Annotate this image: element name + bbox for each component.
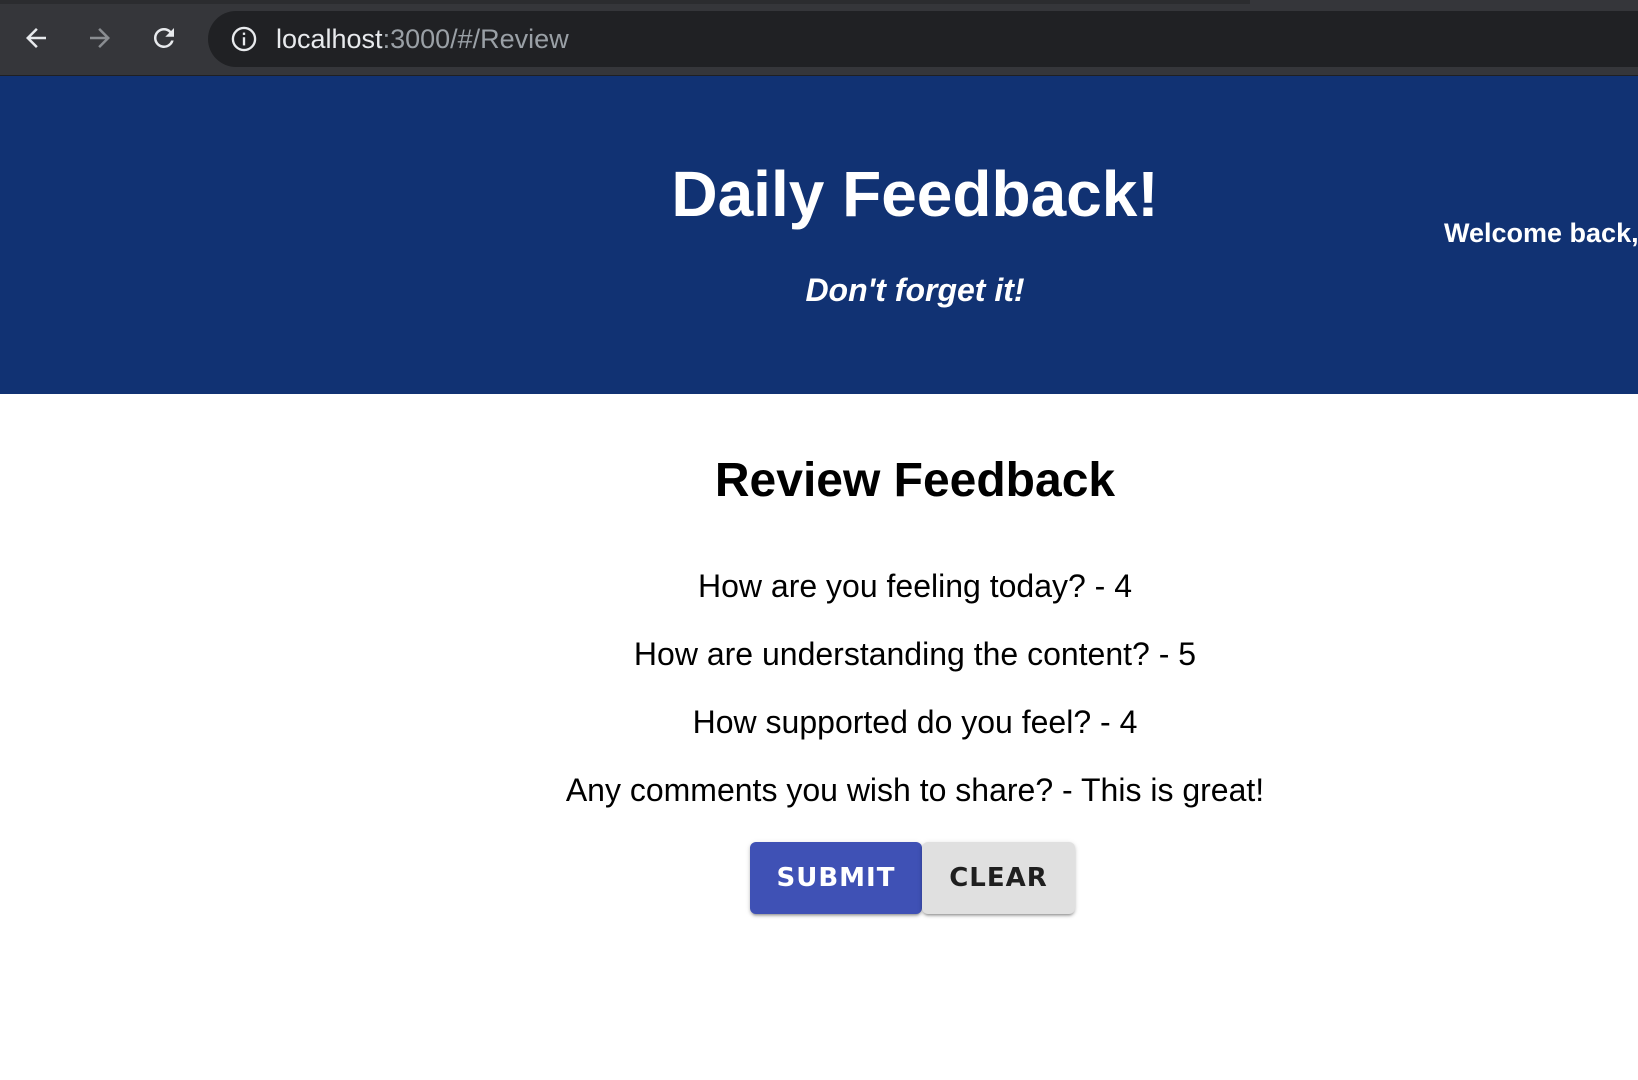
url-text[interactable]: localhost:3000/#/Review [276,24,569,54]
clear-button[interactable]: CLEAR [922,842,1075,914]
browser-toolbar: localhost:3000/#/Review [0,0,1638,76]
welcome-message: Welcome back, [1444,218,1638,248]
app-title: Daily Feedback! [671,158,1159,230]
url-path: :3000/#/Review [382,24,569,54]
tab-strip [0,0,1638,11]
tab-strip-edge [0,0,1250,4]
back-button[interactable] [16,18,56,58]
arrow-left-icon [26,28,46,48]
review-understanding-answer: How are understanding the content? - 5 [633,636,1197,672]
review-heading: Review Feedback [714,454,1116,507]
address-bar[interactable]: localhost:3000/#/Review [208,11,1638,67]
reload-button[interactable] [144,18,184,58]
arrow-right-icon [90,28,110,48]
app-header: Daily Feedback! Don't forget it! Welcome… [0,76,1638,394]
review-comments-answer: Any comments you wish to share? - This i… [565,772,1265,808]
app-subtitle: Don't forget it! [805,272,1025,308]
url-host: localhost [276,24,383,54]
review-support-answer: How supported do you feel? - 4 [692,704,1138,740]
submit-button[interactable]: SUBMIT [750,842,922,914]
review-feeling-answer: How are you feeling today? - 4 [697,568,1133,604]
forward-button[interactable] [80,18,120,58]
info-icon[interactable] [230,25,258,53]
reload-icon [153,27,174,48]
